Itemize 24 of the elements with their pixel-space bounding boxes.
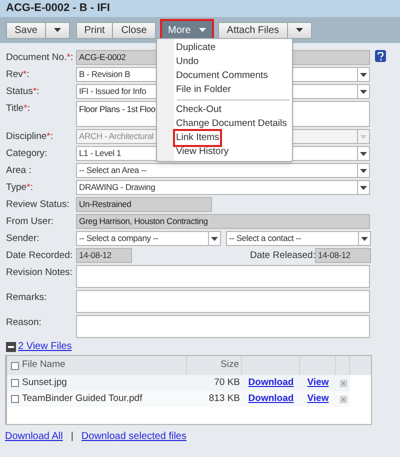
field-label: Title*: [6,102,31,116]
field-label: Review Status: [6,198,70,212]
field-label: Document No.*: [6,51,74,65]
field-label: Date Recorded: [6,249,74,263]
file-size: 813 KB [208,392,241,406]
field-label: Type*: [6,181,34,195]
field-label: Revision Notes: [6,266,74,280]
field-label: Sender: [6,232,40,246]
column-header: File Name [22,358,66,372]
field-label: Status*: [6,85,40,99]
field-label: Date Released: [250,249,315,263]
field-label: Area : [6,164,32,178]
field-label: Remarks: [6,291,48,305]
window-title: ACG-E-0002 - B - IFI [6,1,110,16]
file-name: Sunset.jpg [22,376,67,390]
field-label: Reason: [6,316,42,330]
link-separator: | [70,430,74,444]
field-label: Rev*: [6,68,30,82]
field-label: Category: [6,147,48,161]
file-name: TeamBinder Guided Tour.pdf [22,392,142,406]
file-size: 70 KB [213,376,241,390]
column-header: Size [220,358,239,372]
field-label: Discipline*: [6,130,54,144]
field-label: From User: [6,215,54,229]
